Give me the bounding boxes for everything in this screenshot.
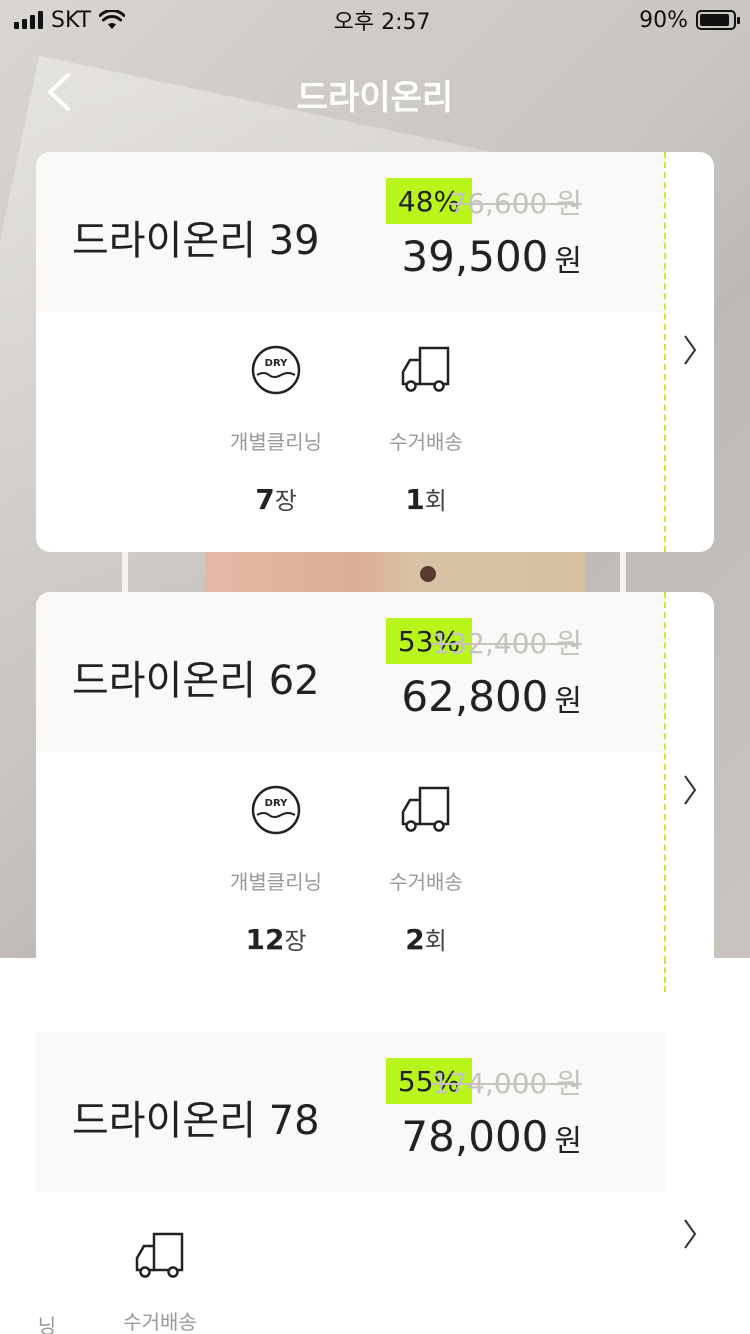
- feature-delivery: 수거배송: [100, 1228, 220, 1334]
- signal-icon: [14, 11, 43, 29]
- count-value: 7: [255, 483, 275, 516]
- dry-cleaning-icon: DRY: [251, 345, 301, 395]
- page-title: 드라이온리: [296, 78, 454, 118]
- feature-label: 수거배송: [389, 430, 463, 454]
- feature-cleaning: DRY 개별클리닝 7장: [216, 342, 336, 516]
- feature-count: 7장: [216, 481, 336, 516]
- plan-card-header: 드라이온리 39 48% 76,600 원 39,500 원: [36, 152, 666, 312]
- plan-name: 드라이온리 62: [72, 658, 320, 704]
- svg-text:DRY: DRY: [265, 358, 288, 369]
- chevron-right-icon[interactable]: [680, 772, 700, 808]
- sale-price: 62,800 원: [401, 672, 582, 721]
- price-unit: 원: [554, 1124, 582, 1159]
- feature-label: 수거배송: [389, 870, 463, 894]
- carrier-label: SKT: [51, 7, 92, 33]
- plan-card[interactable]: 드라이온리 62 53% 132,400 원 62,800 원 DRY 개별클리닝…: [36, 592, 714, 958]
- delivery-truck-icon: [401, 786, 450, 832]
- price-value: 39,500: [401, 232, 549, 281]
- feature-label: 수거배송: [123, 1310, 197, 1334]
- sale-price: 39,500 원: [401, 232, 582, 281]
- card-divider: [664, 958, 666, 992]
- count-unit: 장: [284, 927, 307, 955]
- count-value: 12: [245, 923, 285, 956]
- feature-delivery: 수거배송 2회: [366, 782, 486, 956]
- original-price: 76,600 원: [449, 187, 582, 220]
- chevron-right-icon[interactable]: [680, 1216, 700, 1252]
- plan-card-header: 드라이온리 62 53% 132,400 원 62,800 원: [36, 592, 666, 752]
- svg-text:DRY: DRY: [265, 798, 288, 809]
- status-right: 90%: [639, 7, 740, 33]
- feature-label: 닝: [37, 1314, 57, 1334]
- original-price: 174,000 원: [431, 1067, 582, 1100]
- feature-delivery: 수거배송 1회: [366, 342, 486, 516]
- chevron-right-icon[interactable]: [680, 332, 700, 368]
- nav-bar: 드라이온리: [0, 52, 750, 132]
- status-left: SKT: [14, 7, 126, 33]
- count-unit: 회: [424, 487, 447, 515]
- photo-divider: [620, 552, 626, 592]
- dry-cleaning-icon: DRY: [251, 785, 301, 835]
- delivery-truck-icon: [135, 1232, 184, 1278]
- battery-level: [699, 14, 729, 26]
- wifi-icon: [99, 10, 126, 29]
- status-bar: SKT 오후 2:57 90%: [0, 0, 750, 40]
- clock: 오후 2:57: [333, 10, 431, 35]
- delivery-truck-icon: [401, 346, 450, 392]
- feature-count: 12장: [216, 921, 336, 956]
- feature-label: 개별클리닝: [230, 870, 322, 894]
- garment-button: [420, 566, 436, 582]
- sale-price: 78,000 원: [401, 1112, 582, 1161]
- feature-cleaning: DRY 개별클리닝 12장: [216, 782, 336, 956]
- feature-count: 2회: [366, 921, 486, 956]
- price-unit: 원: [554, 684, 582, 719]
- count-unit: 장: [274, 487, 297, 515]
- battery-icon: [695, 10, 740, 30]
- count-unit: 회: [424, 927, 447, 955]
- price-value: 62,800: [401, 672, 549, 721]
- count-value: 2: [405, 923, 425, 956]
- feature-label: 개별클리닝: [230, 430, 322, 454]
- plan-name: 드라이온리 39: [72, 218, 320, 264]
- plan-name: 드라이온리 78: [72, 1098, 320, 1144]
- feature-count: 1회: [366, 481, 486, 516]
- plan-card-header: 드라이온리 78 55% 174,000 원 78,000 원: [36, 1032, 666, 1192]
- card-divider: [664, 592, 666, 958]
- plan-card[interactable]: 드라이온리 39 48% 76,600 원 39,500 원 DRY 개별클리닝 …: [36, 152, 714, 552]
- count-value: 1: [405, 483, 425, 516]
- photo-divider: [122, 552, 128, 592]
- original-price: 132,400 원: [431, 627, 582, 660]
- price-unit: 원: [554, 244, 582, 279]
- price-value: 78,000: [401, 1112, 549, 1161]
- card-divider: [664, 152, 666, 552]
- battery-percent: 90%: [639, 7, 688, 33]
